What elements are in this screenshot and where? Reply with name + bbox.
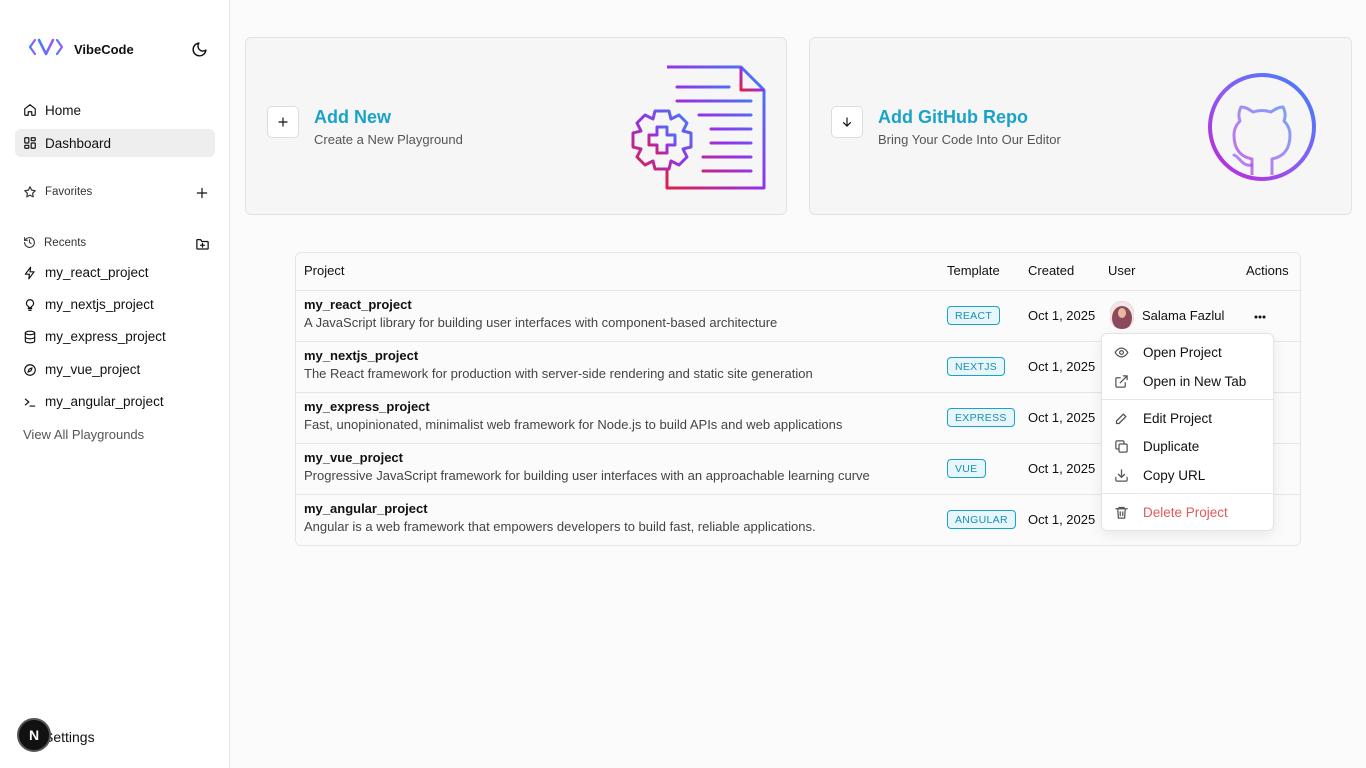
menu-duplicate[interactable]: Duplicate: [1106, 433, 1271, 459]
menu-separator: [1102, 399, 1273, 400]
nav-home-label: Home: [45, 102, 82, 118]
user-cell: Salama Fazlul: [1110, 301, 1224, 329]
th-project: Project: [304, 263, 345, 278]
add-new-subtitle: Create a New Playground: [314, 132, 463, 147]
menu-separator: [1102, 493, 1273, 494]
project-desc: A JavaScript library for building user i…: [304, 315, 778, 330]
menu-open-project[interactable]: Open Project: [1106, 339, 1271, 365]
created-date: Oct 1, 2025: [1028, 359, 1096, 374]
avatar: [1110, 301, 1134, 329]
view-all-playgrounds-link[interactable]: View All Playgrounds: [23, 427, 144, 442]
recent-item-vue[interactable]: my_vue_project: [23, 362, 140, 377]
project-name[interactable]: my_express_project: [304, 399, 430, 414]
download-icon: [1115, 468, 1128, 482]
nav-dashboard-label: Dashboard: [45, 135, 112, 151]
th-template: Template: [947, 263, 1000, 278]
add-favorite-plus-icon[interactable]: [194, 185, 210, 201]
home-icon: [24, 104, 36, 116]
nav-home[interactable]: Home: [15, 96, 215, 124]
document-gear-illustration-icon: [631, 65, 766, 190]
favorites-section-label: Favorites: [23, 185, 92, 199]
row-actions-menu: Open Project Open in New Tab Edit Projec…: [1101, 333, 1274, 531]
eye-icon: [1114, 346, 1129, 358]
th-created: Created: [1028, 263, 1075, 278]
pencil-icon: [1115, 413, 1127, 424]
add-new-card[interactable]: Add New Create a New Playground: [245, 37, 787, 215]
n-badge[interactable]: N: [17, 718, 51, 752]
recent-item-react[interactable]: my_react_project: [23, 265, 149, 280]
menu-delete-project[interactable]: Delete Project: [1106, 499, 1271, 525]
add-github-card[interactable]: Add GitHub Repo Bring Your Code Into Our…: [809, 37, 1352, 215]
project-desc: Progressive JavaScript framework for bui…: [304, 468, 870, 483]
theme-toggle-moon-icon[interactable]: [189, 39, 209, 59]
th-actions: Actions: [1246, 263, 1289, 278]
project-name[interactable]: my_vue_project: [304, 450, 403, 465]
created-date: Oct 1, 2025: [1028, 512, 1096, 527]
created-date: Oct 1, 2025: [1028, 308, 1096, 323]
add-github-subtitle: Bring Your Code Into Our Editor: [878, 132, 1061, 147]
github-logo-illustration-icon: [1208, 73, 1316, 181]
menu-edit-project[interactable]: Edit Project: [1106, 405, 1271, 431]
template-badge: NEXTJS: [947, 357, 1006, 376]
history-icon: [24, 237, 35, 248]
terminal-icon: [24, 398, 36, 407]
project-desc: The React framework for production with …: [304, 366, 813, 381]
project-desc: Fast, unopinionated, minimalist web fram…: [304, 417, 843, 432]
th-user: User: [1108, 263, 1136, 278]
project-name[interactable]: my_react_project: [304, 297, 412, 312]
template-badge: REACT: [947, 306, 1001, 325]
template-badge: ANGULAR: [947, 510, 1016, 529]
created-date: Oct 1, 2025: [1028, 410, 1096, 425]
menu-copy-url[interactable]: Copy URL: [1106, 462, 1271, 488]
trash-icon: [1115, 506, 1128, 519]
new-folder-plus-icon[interactable]: [194, 236, 210, 252]
menu-open-new-tab[interactable]: Open in New Tab: [1106, 368, 1271, 394]
code-bracket-logo-icon: [28, 36, 64, 63]
project-desc: Angular is a web framework that empowers…: [304, 519, 816, 534]
lightbulb-icon: [25, 298, 35, 311]
zap-icon: [24, 266, 35, 279]
add-github-title: Add GitHub Repo: [878, 107, 1028, 127]
project-name[interactable]: my_angular_project: [304, 501, 428, 516]
external-link-icon: [1115, 374, 1128, 388]
template-badge: VUE: [947, 459, 986, 478]
row-actions-more-icon[interactable]: [1251, 308, 1269, 326]
recent-item-nextjs[interactable]: my_nextjs_project: [23, 297, 154, 312]
copy-icon: [1115, 439, 1128, 453]
plus-icon: [267, 106, 299, 138]
arrow-down-icon: [831, 106, 863, 138]
user-name: Salama Fazlul: [1142, 307, 1225, 323]
add-new-title: Add New: [314, 107, 392, 127]
brand[interactable]: VibeCode: [28, 36, 134, 63]
nav-dashboard[interactable]: Dashboard: [15, 129, 215, 157]
project-name[interactable]: my_nextjs_project: [304, 348, 418, 363]
star-icon: [24, 186, 36, 198]
recent-item-express[interactable]: my_express_project: [23, 329, 166, 344]
sidebar: VibeCode Home Dashboard Favorites Recent…: [0, 0, 230, 768]
brand-name: VibeCode: [74, 42, 134, 57]
recents-section-label: Recents: [23, 236, 86, 249]
compass-icon: [24, 363, 36, 376]
dashboard-icon: [24, 137, 36, 149]
recent-item-angular[interactable]: my_angular_project: [23, 394, 164, 409]
settings-link[interactable]: Settings: [44, 729, 95, 745]
created-date: Oct 1, 2025: [1028, 461, 1096, 476]
template-badge: EXPRESS: [947, 408, 1015, 427]
database-icon: [24, 330, 36, 343]
